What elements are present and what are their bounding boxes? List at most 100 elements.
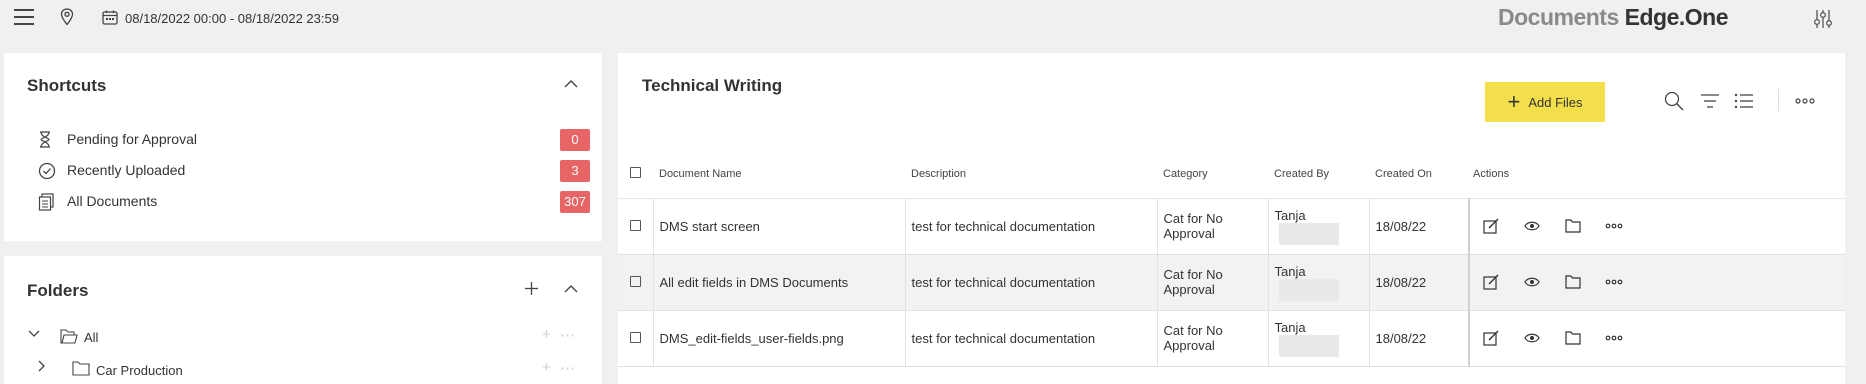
shortcut-pending-for-approval[interactable]: Pending for Approval 0 [38,129,590,151]
more-options-icon[interactable]: ⋯ [560,326,575,344]
location-pin-icon[interactable] [60,8,74,26]
documents-icon [38,193,54,211]
column-header: Actions [1469,151,1845,199]
row-checkbox[interactable] [630,275,641,287]
plus-icon: + [1507,89,1521,114]
count-badge: 307 [560,191,590,213]
document-name[interactable]: DMS start screen [653,198,906,255]
folder-title: Technical Writing [642,76,783,95]
calendar-icon[interactable] [102,10,118,25]
count-badge: 3 [560,160,590,182]
column-header[interactable]: Description [905,151,1157,199]
folder-label: Car Production [96,363,183,378]
redacted-surname [1278,222,1339,245]
folder-label: All [84,330,99,345]
more-options-icon[interactable] [1795,98,1815,104]
chevron-right-icon[interactable] [38,360,46,372]
document-description: test for technical documentation [905,254,1158,311]
created-on: 18/08/22 [1369,310,1470,367]
actions-cell [1468,254,1845,311]
document-name[interactable]: All edit fields in DMS Documents [653,254,906,311]
table-header-row: Document Name Description Category Creat… [618,151,1845,199]
search-icon[interactable] [1664,91,1684,111]
shortcut-label: All Documents [67,193,158,209]
more-options-icon[interactable] [1593,335,1634,341]
add-subfolder-plus-icon[interactable]: + [542,359,551,376]
add-files-label: Add Files [1528,94,1583,110]
edit-icon[interactable] [1470,218,1511,234]
actions-cell [1468,310,1845,367]
row-checkbox[interactable] [630,219,641,231]
folders-panel: Folders All + ⋯ Car Production + ⋯ [4,256,602,384]
shortcut-recently-uploaded[interactable]: Recently Uploaded 3 [38,160,590,182]
created-by: Tanja [1274,319,1306,335]
add-folder-plus-icon[interactable] [524,281,539,296]
edit-icon[interactable] [1470,274,1511,290]
top-bar: 08/18/2022 00:00 - 08/18/2022 23:59 Docu… [0,0,1866,40]
check-circle-icon [38,162,56,180]
logo-documents: Documents [1498,4,1619,30]
add-files-button[interactable]: + Add Files [1485,82,1605,122]
chevron-up-icon[interactable] [564,284,578,294]
column-header[interactable]: Created By [1268,151,1369,199]
created-by: Tanja [1274,207,1306,223]
table-row[interactable]: DMS start screen test for technical docu… [618,198,1845,255]
row-select-cell [618,198,654,255]
created-by-cell: Tanja [1268,198,1370,255]
view-eye-icon[interactable] [1511,332,1552,344]
actions-cell [1468,198,1845,255]
table-row[interactable]: DMS_edit-fields_user-fields.png test for… [618,310,1845,367]
document-category: Cat for No Approval [1157,198,1269,255]
row-checkbox[interactable] [630,331,641,343]
filter-icon[interactable] [1700,93,1720,109]
document-description: test for technical documentation [905,198,1158,255]
folder-open-icon [60,329,78,344]
shortcuts-title: Shortcuts [27,76,107,95]
shortcut-label: Recently Uploaded [67,162,186,178]
row-select-cell [618,310,654,367]
logo-edgeone: Edge.One [1624,4,1729,30]
folder-icon [72,361,90,376]
sliders-settings-icon[interactable] [1812,8,1834,30]
folder-item-car-production[interactable]: Car Production + ⋯ [38,357,590,379]
chevron-up-icon[interactable] [564,79,578,89]
hamburger-menu-icon[interactable] [14,9,34,25]
folder-icon[interactable] [1552,219,1593,233]
column-header[interactable]: Category [1157,151,1268,199]
document-category: Cat for No Approval [1157,310,1269,367]
shortcut-all-documents[interactable]: All Documents 307 [38,191,590,213]
more-options-icon[interactable] [1593,223,1634,229]
list-view-icon[interactable] [1734,93,1754,109]
created-by: Tanja [1274,263,1306,279]
redacted-surname [1278,334,1339,357]
view-eye-icon[interactable] [1511,220,1552,232]
select-all-cell [618,151,653,199]
view-eye-icon[interactable] [1511,276,1552,288]
created-by-cell: Tanja [1268,254,1370,311]
edit-icon[interactable] [1470,330,1511,346]
folder-item-all[interactable]: All + ⋯ [28,326,590,348]
shortcut-label: Pending for Approval [67,131,197,147]
redacted-surname [1278,278,1339,301]
add-subfolder-plus-icon[interactable]: + [542,326,551,343]
row-select-cell [618,254,654,311]
created-by-cell: Tanja [1268,310,1370,367]
more-options-icon[interactable]: ⋯ [560,359,575,377]
folder-icon[interactable] [1552,331,1593,345]
document-category: Cat for No Approval [1157,254,1269,311]
folder-icon[interactable] [1552,275,1593,289]
column-header[interactable]: Document Name [653,151,905,199]
date-range-picker[interactable]: 08/18/2022 00:00 - 08/18/2022 23:59 [125,11,339,26]
documents-panel: Technical Writing + Add Files Document N… [618,53,1845,384]
column-header[interactable]: Created On [1369,151,1469,199]
hourglass-icon [40,131,50,148]
more-options-icon[interactable] [1593,279,1634,285]
select-all-checkbox[interactable] [630,167,641,179]
table-row[interactable]: All edit fields in DMS Documents test fo… [618,254,1845,311]
chevron-down-icon[interactable] [28,330,40,338]
documents-table: Document Name Description Category Creat… [618,151,1845,367]
app-logo: Documents Edge.One [1498,4,1729,31]
document-name[interactable]: DMS_edit-fields_user-fields.png [653,310,906,367]
count-badge: 0 [560,129,590,151]
toolbar-divider [1778,89,1779,111]
